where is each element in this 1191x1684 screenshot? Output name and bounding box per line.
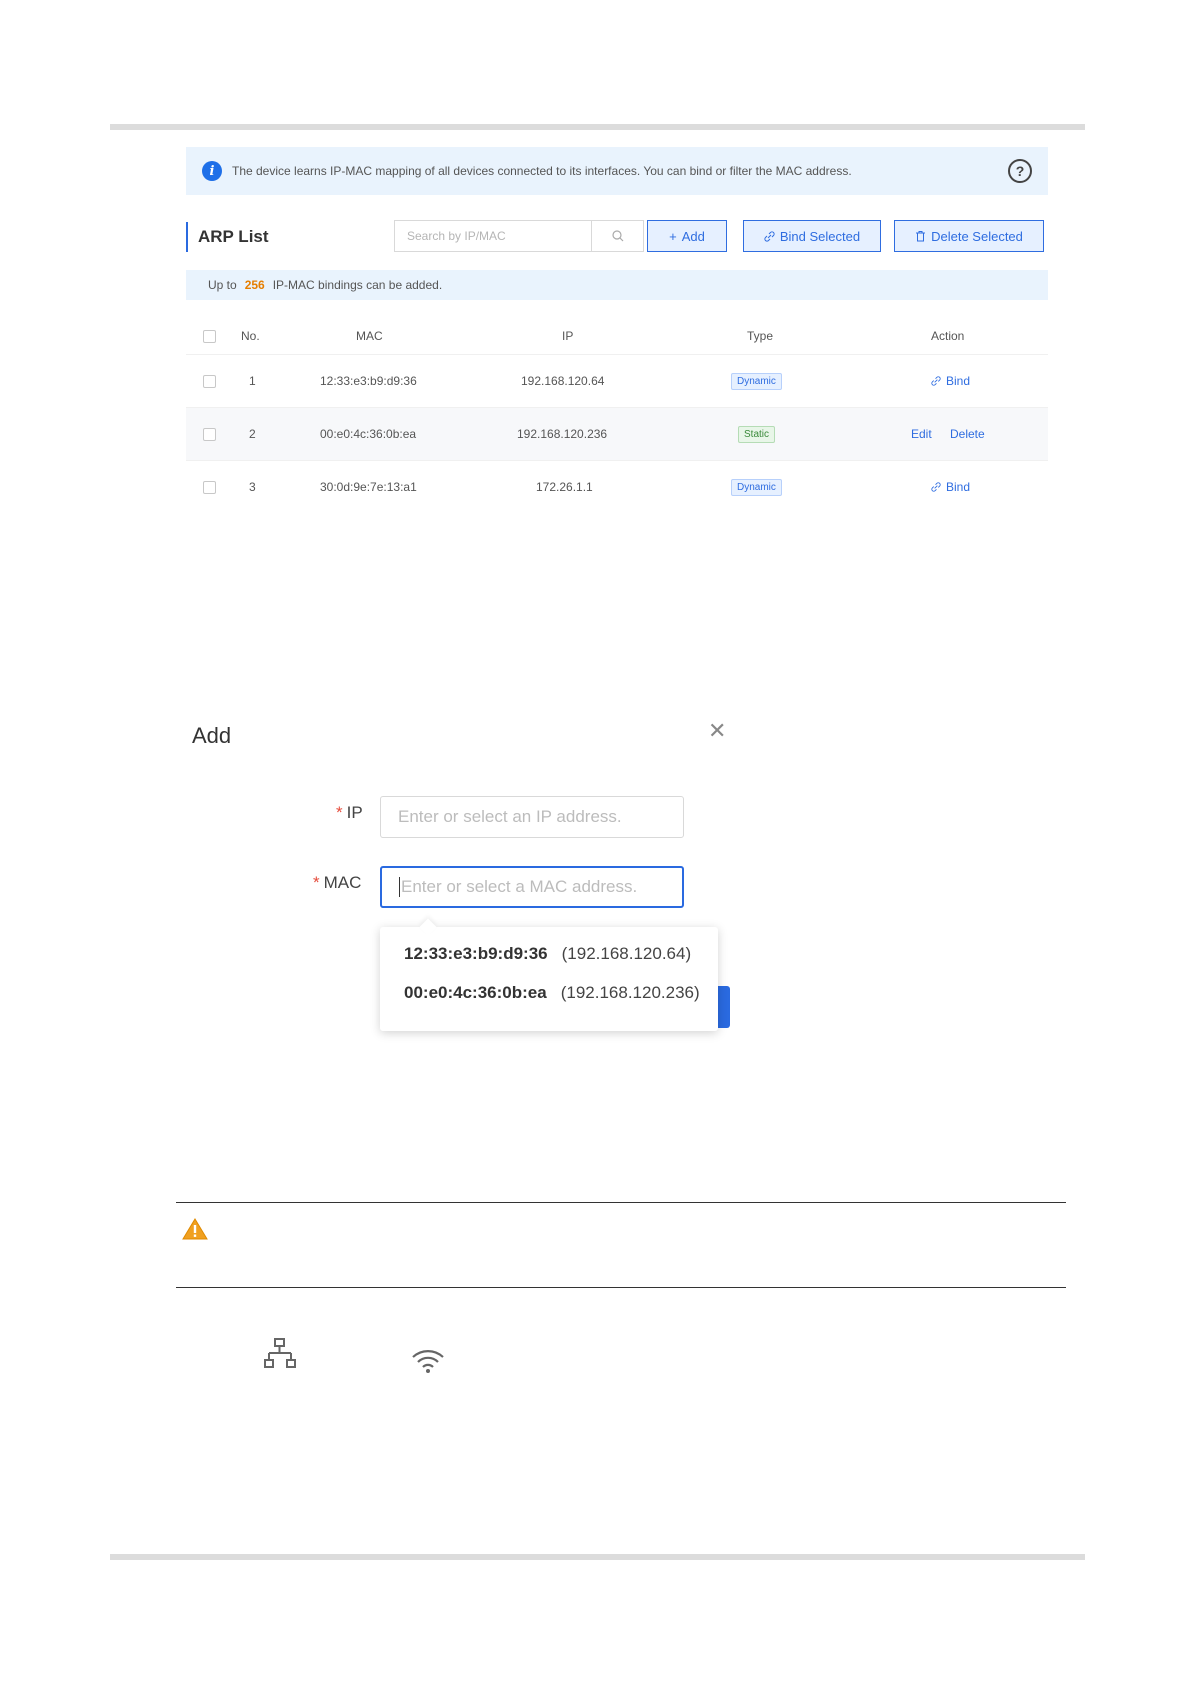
- info-text: The device learns IP-MAC mapping of all …: [232, 164, 852, 178]
- trash-icon: [916, 231, 926, 242]
- row-ip: 192.168.120.64: [521, 374, 605, 388]
- row-ip: 192.168.120.236: [517, 427, 608, 441]
- search-button[interactable]: [592, 220, 644, 252]
- row-checkbox[interactable]: [203, 427, 216, 441]
- title-accent-bar: [186, 222, 188, 252]
- bind-link[interactable]: Bind: [931, 355, 970, 407]
- plus-icon: +: [669, 228, 677, 244]
- dropdown-option[interactable]: 00:e0:4c:36:0b:ea (192.168.120.236): [404, 983, 700, 1003]
- arp-list-title: ARP List: [198, 227, 269, 246]
- row-mac: 00:e0:4c:36:0b:ea: [320, 427, 417, 441]
- arp-list-header: ARP List Search by IP/MAC + Add Bind Sele…: [186, 220, 1048, 254]
- required-mark: *: [313, 873, 320, 892]
- type-badge: Dynamic: [731, 372, 782, 390]
- binding-limit-notice: Up to 256 IP-MAC bindings can be added.: [186, 270, 1048, 300]
- info-icon: i: [202, 161, 222, 181]
- select-all-checkbox[interactable]: [203, 329, 216, 343]
- ip-input[interactable]: Enter or select an IP address.: [380, 796, 684, 838]
- dropdown-arrow: [419, 918, 437, 936]
- row-checkbox[interactable]: [203, 374, 216, 388]
- row-checkbox[interactable]: [203, 480, 216, 494]
- col-type: Type: [747, 329, 774, 343]
- type-badge: Dynamic: [731, 478, 782, 496]
- warning-icon: [182, 1218, 208, 1240]
- row-no: 3: [249, 480, 256, 494]
- link-icon: [764, 230, 775, 242]
- info-banner: i The device learns IP-MAC mapping of al…: [186, 147, 1048, 195]
- delete-link[interactable]: Delete: [950, 408, 985, 460]
- table-row: 2 00:e0:4c:36:0b:ea 192.168.120.236 Stat…: [186, 408, 1048, 461]
- help-icon[interactable]: ?: [1008, 159, 1032, 183]
- dialog-title: Add: [192, 723, 232, 748]
- top-rule: [110, 124, 1085, 130]
- arp-table: No. MAC IP Type Action 1 12:33:e3:b9:d9:…: [186, 318, 1048, 513]
- row-no: 1: [249, 374, 256, 388]
- binding-limit-count: 256: [244, 278, 265, 292]
- text-caret: [399, 877, 400, 897]
- row-mac: 12:33:e3:b9:d9:36: [320, 374, 417, 388]
- col-mac: MAC: [356, 329, 383, 343]
- bottom-rule: [110, 1554, 1085, 1560]
- table-row: 1 12:33:e3:b9:d9:36 192.168.120.64 Dynam…: [186, 355, 1048, 408]
- add-button[interactable]: + Add: [647, 220, 727, 252]
- link-icon: [931, 482, 941, 492]
- row-mac: 30:0d:9e:7e:13:a1: [320, 480, 417, 494]
- wired-network-icon: [264, 1338, 296, 1368]
- row-ip: 172.26.1.1: [536, 480, 593, 494]
- mac-label: * MAC: [313, 873, 362, 892]
- mac-input[interactable]: Enter or select a MAC address.: [380, 866, 684, 908]
- edit-link[interactable]: Edit: [911, 408, 932, 460]
- wifi-icon: [412, 1350, 444, 1373]
- col-ip: IP: [562, 329, 574, 343]
- search-icon: [611, 230, 623, 242]
- table-row: 3 30:0d:9e:7e:13:a1 172.26.1.1 Dynamic B…: [186, 461, 1048, 513]
- col-action: Action: [931, 329, 965, 343]
- type-badge: Static: [738, 425, 776, 443]
- ip-label: * IP: [336, 803, 363, 822]
- required-mark: *: [336, 803, 343, 822]
- table-header: No. MAC IP Type Action: [186, 318, 1048, 355]
- warning-top-rule: [176, 1202, 1066, 1203]
- bind-selected-button[interactable]: Bind Selected: [743, 220, 881, 252]
- col-no: No.: [241, 329, 260, 343]
- close-icon[interactable]: ✕: [708, 718, 726, 744]
- search-input[interactable]: Search by IP/MAC: [394, 220, 592, 252]
- dropdown-option[interactable]: 12:33:e3:b9:d9:36 (192.168.120.64): [404, 944, 691, 964]
- link-icon: [931, 376, 941, 386]
- row-no: 2: [249, 427, 256, 441]
- bind-link[interactable]: Bind: [931, 461, 970, 513]
- delete-selected-button[interactable]: Delete Selected: [894, 220, 1044, 252]
- warning-bottom-rule: [176, 1287, 1066, 1288]
- mac-suggestion-dropdown: 12:33:e3:b9:d9:36 (192.168.120.64) 00:e0:…: [380, 918, 718, 1031]
